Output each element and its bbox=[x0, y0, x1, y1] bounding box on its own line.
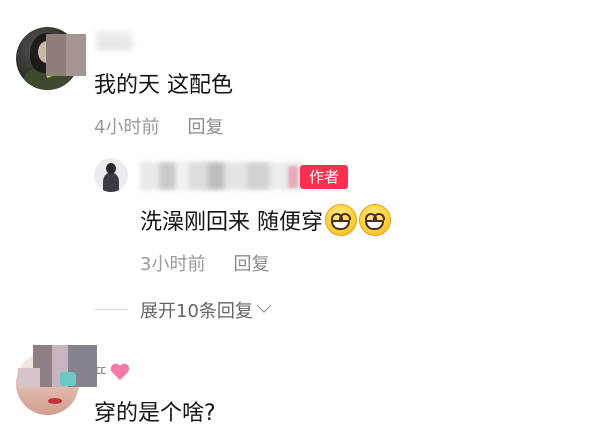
mosaic-blur bbox=[18, 368, 40, 388]
chevron-down-icon bbox=[256, 298, 271, 313]
reply-meta: 3小时前 回复 bbox=[140, 250, 269, 276]
username-blurred[interactable] bbox=[140, 162, 302, 190]
username-blurred[interactable] bbox=[96, 30, 132, 50]
comment-text: 穿的是个啥? bbox=[94, 401, 216, 426]
expand-replies-button[interactable]: 展开10条回复 bbox=[140, 297, 271, 323]
mosaic-blur bbox=[46, 34, 86, 76]
reply-button[interactable]: 回复 bbox=[187, 117, 223, 138]
timestamp: 4小时前 bbox=[94, 117, 160, 138]
mosaic-blur bbox=[60, 372, 76, 386]
username-text: ㄸ bbox=[94, 362, 108, 380]
avatar[interactable] bbox=[94, 158, 128, 192]
reply-text: 洗澡刚回来 随便穿 bbox=[140, 210, 323, 235]
author-badge: 作者 bbox=[300, 165, 349, 189]
reply-button[interactable]: 回复 bbox=[233, 254, 269, 275]
comment-text: 我的天 这配色 bbox=[94, 73, 233, 98]
username[interactable]: ㄸ bbox=[94, 360, 130, 381]
comment-meta: 4小时前 回复 bbox=[94, 113, 223, 139]
expand-replies-label: 展开10条回复 bbox=[140, 301, 253, 322]
heart-icon bbox=[110, 362, 130, 380]
reply-text-row: 洗澡刚回来 随便穿 bbox=[140, 204, 391, 236]
expand-divider bbox=[94, 309, 128, 310]
username-blurred-edge bbox=[288, 166, 298, 188]
timestamp: 3小时前 bbox=[140, 254, 206, 275]
grin-emoji-icon bbox=[359, 204, 391, 236]
grin-emoji-icon bbox=[325, 204, 357, 236]
